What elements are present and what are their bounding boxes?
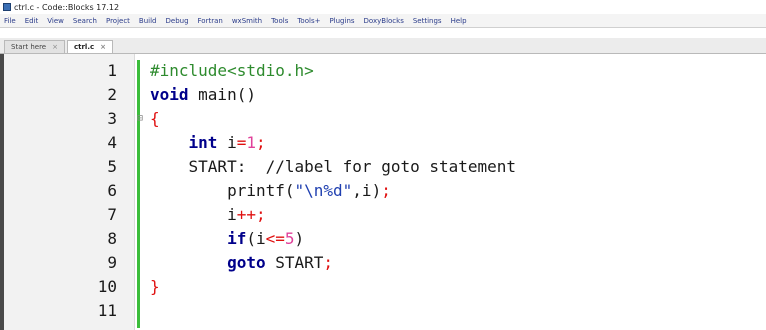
menu-debug[interactable]: Debug (166, 17, 189, 25)
line-number: 1 (107, 61, 117, 80)
tab-ctrl-c[interactable]: ctrl.c × (66, 40, 114, 53)
title-bar: ctrl.c - Code::Blocks 17.12 (0, 0, 766, 14)
menu-project[interactable]: Project (106, 17, 130, 25)
code-text: if(i<=5) (227, 229, 305, 248)
line-number: 3 (107, 109, 117, 128)
line-number: 4 (107, 133, 117, 152)
line-number: 7 (107, 205, 117, 224)
menu-build[interactable]: Build (139, 17, 157, 25)
close-icon[interactable]: × (52, 41, 58, 53)
menu-tools-plus[interactable]: Tools+ (297, 17, 320, 25)
editor-tab-bar: Start here × ctrl.c × (0, 38, 766, 54)
line-number: 5 (107, 157, 117, 176)
menu-bar: File Edit View Search Project Build Debu… (0, 14, 766, 28)
menu-fortran[interactable]: Fortran (198, 17, 223, 25)
code-editor[interactable]: 1 #include<stdio.h> 2 void main() 3 ⊟ { … (4, 54, 766, 330)
code-line: 1 #include<stdio.h> (4, 60, 766, 82)
menu-doxyblocks[interactable]: DoxyBlocks (364, 17, 404, 25)
line-number: 9 (107, 253, 117, 272)
code-line: 9 goto START; (4, 252, 766, 274)
code-line: 8 if(i<=5) (4, 228, 766, 250)
fold-collapse-icon[interactable]: ⊟ (137, 108, 143, 130)
menu-plugins[interactable]: Plugins (329, 17, 354, 25)
menu-settings[interactable]: Settings (413, 17, 442, 25)
code-line: 5 START: //label for goto statement (4, 156, 766, 178)
line-number: 11 (97, 301, 117, 320)
menu-search[interactable]: Search (73, 17, 97, 25)
code-text: goto START; (227, 253, 334, 272)
code-text: } (150, 277, 160, 296)
code-line: 4 int i=1; (4, 132, 766, 154)
window-title: ctrl.c - Code::Blocks 17.12 (14, 2, 120, 12)
code-text: i++; (150, 205, 266, 224)
menu-edit[interactable]: Edit (25, 17, 39, 25)
code-text: #include<stdio.h> (150, 61, 314, 80)
menu-help[interactable]: Help (451, 17, 467, 25)
codeblocks-app-icon (3, 3, 11, 11)
tab-start-here[interactable]: Start here × (4, 40, 65, 53)
code-text: printf("\n%d",i); (150, 181, 391, 200)
code-text: START: //label for goto statement (150, 157, 517, 176)
code-line: 6 printf("\n%d",i); (4, 180, 766, 202)
line-number: 2 (107, 85, 117, 104)
close-icon[interactable]: × (100, 41, 106, 53)
tab-label: ctrl.c (73, 43, 95, 51)
line-number: 8 (107, 229, 117, 248)
menu-view[interactable]: View (47, 17, 64, 25)
line-number: 10 (97, 277, 117, 296)
code-text: int i=1; (188, 133, 266, 152)
code-line: 2 void main() (4, 84, 766, 106)
code-line: 10 } (4, 276, 766, 298)
tab-label: Start here (11, 43, 47, 51)
code-line: 11 (4, 300, 766, 322)
code-line: 3 ⊟ { (4, 108, 766, 130)
line-number: 6 (107, 181, 117, 200)
code-text: { (150, 109, 160, 128)
code-line: 7 i++; (4, 204, 766, 226)
code-text: void main() (150, 85, 256, 104)
menu-tools[interactable]: Tools (271, 17, 288, 25)
menu-wxsmith[interactable]: wxSmith (232, 17, 262, 25)
menu-file[interactable]: File (4, 17, 16, 25)
